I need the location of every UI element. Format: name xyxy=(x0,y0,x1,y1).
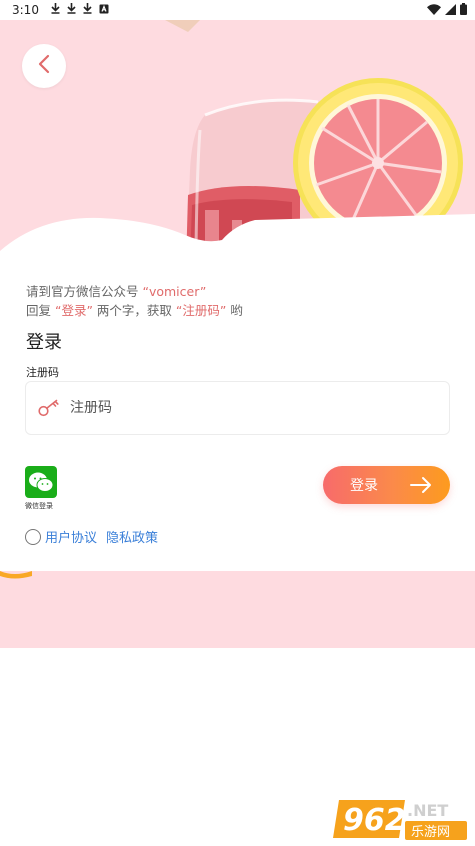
hint-line-2: 回复 “登录” 两个字，获取 “注册码” 哟 xyxy=(26,300,243,319)
hint-text: 两个字，获取 xyxy=(92,303,176,318)
wechat-icon xyxy=(25,466,57,498)
hint-line-1: 请到官方微信公众号 “vomicer” xyxy=(26,281,206,300)
back-button[interactable] xyxy=(22,44,66,88)
login-button-label: 登录 xyxy=(350,478,378,494)
download-icon xyxy=(51,3,60,17)
hint-text: 请到官方微信公众号 xyxy=(26,284,143,299)
hint-text: 回复 xyxy=(26,303,55,318)
watermark-number: 962 xyxy=(343,803,406,838)
official-account-name: “vomicer” xyxy=(142,284,207,299)
wifi-icon xyxy=(427,3,441,18)
registration-code-keyword: “注册码” xyxy=(175,303,227,318)
agreement-checkbox[interactable] xyxy=(25,528,41,545)
privacy-policy-link[interactable]: 隐私政策 xyxy=(106,527,158,546)
status-bar: 3:10 xyxy=(0,0,475,20)
user-agreement-link[interactable]: 用户协议 xyxy=(45,527,97,546)
registration-code-input[interactable] xyxy=(70,400,410,416)
watermark-site: 乐游网 xyxy=(411,825,450,840)
page-title: 登录 xyxy=(26,332,62,353)
registration-code-field[interactable] xyxy=(25,381,450,435)
app-icon xyxy=(99,3,109,17)
reply-keyword: “登录” xyxy=(54,303,93,318)
watermark-domain: .NET xyxy=(407,801,448,820)
wechat-login-label: 微信登录 xyxy=(25,502,53,510)
agreement-row: 用户协议 隐私政策 xyxy=(25,527,167,546)
status-time: 3:10 xyxy=(12,3,39,17)
download-icon xyxy=(67,3,76,17)
hint-text: 哟 xyxy=(226,303,243,318)
card-wave xyxy=(0,214,475,262)
chevron-left-icon xyxy=(38,54,50,78)
arrow-right-icon xyxy=(410,476,432,498)
key-icon xyxy=(38,397,60,419)
login-button[interactable]: 登录 xyxy=(323,466,450,504)
login-screen: 3:10 请到官方微信公众号 “vomicer” 回复 “登录” 两个字，获取 … xyxy=(0,0,475,846)
signal-icon xyxy=(445,3,456,18)
watermark-logo: 962 .NET 乐游网 xyxy=(333,800,467,840)
download-icon xyxy=(83,3,92,17)
wechat-login-button[interactable]: 微信登录 xyxy=(25,466,59,511)
battery-icon xyxy=(460,3,467,18)
code-field-label: 注册码 xyxy=(26,366,59,379)
